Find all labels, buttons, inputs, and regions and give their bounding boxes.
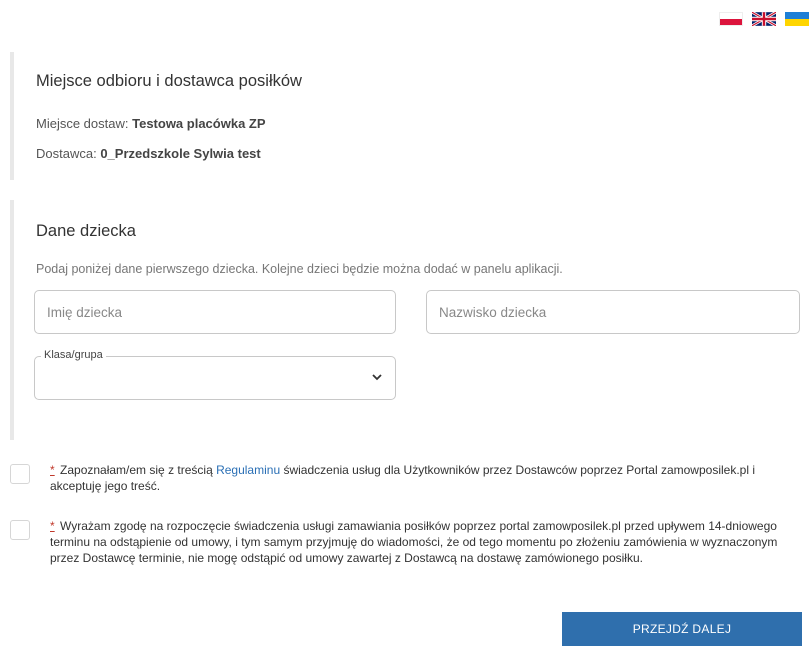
terms-text-before: Zapoznałam/em się z treścią [60, 463, 217, 477]
child-section-hint: Podaj poniżej dane pierwszego dziecka. K… [36, 262, 563, 276]
first-name-input[interactable] [35, 291, 395, 333]
early-service-consent-text: * Wyrażam zgodę na rozpoczęcie świadczen… [50, 518, 795, 566]
pickup-section-title: Miejsce odbioru i dostawca posiłków [36, 72, 302, 90]
early-service-consent: * Wyrażam zgodę na rozpoczęcie świadczen… [10, 518, 795, 566]
early-service-text: Wyrażam zgodę na rozpoczęcie świadczenia… [50, 519, 778, 565]
delivery-place-info: Miejsce dostaw: Testowa placówka ZP [36, 116, 266, 131]
last-name-field [426, 290, 800, 334]
required-mark: * [50, 463, 55, 477]
ukraine-flag-icon[interactable] [785, 12, 809, 26]
first-name-field [34, 290, 396, 334]
terms-consent-text: * Zapoznałam/em się z treścią Regulaminu… [50, 462, 795, 494]
child-data-section: Dane dziecka Podaj poniżej dane pierwsze… [10, 200, 800, 440]
supplier-info: Dostawca: 0_Przedszkole Sylwia test [36, 146, 261, 161]
uk-flag-icon[interactable] [752, 12, 776, 26]
supplier-label: Dostawca: [36, 146, 97, 161]
class-group-select[interactable]: Klasa/grupa [34, 349, 396, 400]
class-group-label: Klasa/grupa [41, 349, 106, 361]
chevron-down-icon [372, 374, 382, 381]
child-section-title: Dane dziecka [36, 222, 136, 240]
supplier-value: 0_Przedszkole Sylwia test [100, 146, 261, 161]
next-step-button[interactable]: PRZEJDŹ DALEJ [562, 612, 802, 646]
language-switcher [719, 12, 809, 26]
required-mark: * [50, 519, 55, 533]
early-service-checkbox[interactable] [10, 520, 30, 540]
poland-flag-icon[interactable] [719, 12, 743, 26]
terms-checkbox[interactable] [10, 464, 30, 484]
pickup-section: Miejsce odbioru i dostawca posiłków Miej… [10, 52, 800, 180]
last-name-input[interactable] [427, 291, 799, 333]
regulations-link[interactable]: Regulaminu [216, 463, 280, 477]
terms-consent: * Zapoznałam/em się z treścią Regulaminu… [10, 462, 795, 494]
delivery-place-label: Miejsce dostaw: [36, 116, 129, 131]
delivery-place-value: Testowa placówka ZP [132, 116, 266, 131]
